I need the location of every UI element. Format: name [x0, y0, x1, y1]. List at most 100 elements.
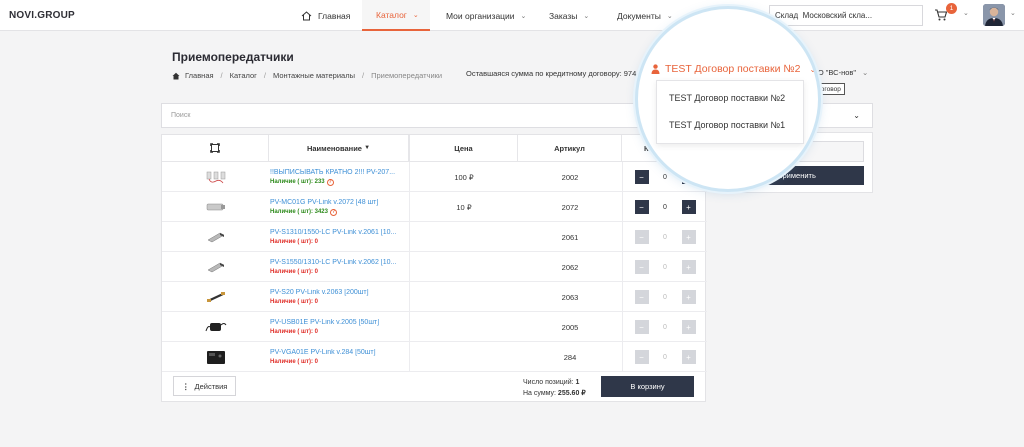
increment-button[interactable]: + — [681, 230, 696, 244]
nav-catalog[interactable]: Каталог ⌄ — [362, 0, 430, 31]
availability-value: Наличие ( шт): 3423 — [270, 209, 328, 215]
table-row: PV-S1550/1310-LC PV-Link v.2062 [10... На… — [162, 252, 707, 282]
user-icon — [651, 64, 660, 74]
product-image[interactable] — [162, 252, 269, 282]
help-icon[interactable]: ? — [329, 208, 337, 216]
increment-button[interactable]: + — [681, 260, 696, 274]
price-cell: 10 ₽ — [409, 192, 518, 222]
credit-remaining: Оставшаяся сумма по кредитному договору:… — [466, 69, 647, 78]
help-icon[interactable]: ? — [326, 178, 334, 186]
chevron-down-icon[interactable]: ⌄ — [1010, 9, 1016, 17]
product-name-cell: PV-S1310/1550-LC PV-Link v.2061 [10... На… — [269, 222, 409, 252]
increment-button[interactable]: + — [681, 290, 696, 304]
chevron-down-icon: ⌄ — [520, 12, 527, 20]
increment-button[interactable]: + — [681, 320, 696, 334]
article-column-label: Артикул — [554, 143, 585, 153]
sum-value: 255.60 ₽ — [557, 390, 586, 397]
name-column-label: Наименование — [306, 143, 362, 153]
image-column-header[interactable] — [162, 135, 269, 162]
availability-text: Наличие ( шт): 0 — [270, 329, 318, 335]
breadcrumb-separator: / — [263, 71, 266, 80]
price-column-label: Цена — [454, 143, 473, 153]
quantity-input[interactable]: 0 — [648, 320, 682, 334]
article-cell: 2062 — [561, 262, 579, 272]
logo[interactable]: NOVI.GROUP — [9, 10, 75, 21]
nav-organizations[interactable]: Мои организации ⌄ — [446, 0, 526, 31]
add-to-cart-button[interactable]: В корзину — [601, 376, 694, 397]
order-totals: Число позиций: 1 На сумму: 255.60 ₽ — [523, 377, 586, 399]
product-name-cell: PV-S20 PV-Link v.2063 [200шт] Наличие ( ш… — [269, 282, 409, 312]
product-name-link[interactable]: PV-S1310/1550-LC PV-Link v.2061 [10... — [270, 229, 407, 236]
quantity-stepper: −0+ — [622, 312, 707, 342]
article-cell: 2002 — [561, 172, 579, 182]
decrement-button[interactable]: − — [634, 290, 649, 304]
product-image[interactable] — [162, 312, 269, 342]
chevron-down-icon: ⌄ — [412, 11, 419, 19]
quantity-input[interactable]: 0 — [648, 230, 682, 244]
breadcrumb-home[interactable]: Главная — [185, 71, 214, 80]
product-name-link[interactable]: PV-USB01E PV-Link v.2005 [50шт] — [270, 319, 407, 326]
actions-button[interactable]: ⋮ Действия — [173, 376, 237, 396]
organization-selector[interactable]: ОО "ВС-нов" ⌄ — [812, 68, 868, 77]
quantity-stepper: −0+ — [622, 342, 707, 372]
increment-button[interactable]: + — [681, 200, 696, 214]
article-column-header[interactable]: Артикул — [518, 135, 622, 162]
nav-organizations-label: Мои организации — [446, 10, 515, 21]
table-row: PV-MC01G PV-Link v.2072 [48 шт] Наличие (… — [162, 192, 707, 222]
nav-orders[interactable]: Заказы ⌄ — [549, 0, 589, 31]
availability-text: Наличие ( шт): 0 — [270, 269, 318, 275]
nav-home[interactable]: Главная — [301, 0, 350, 31]
nav-catalog-label: Каталог — [376, 9, 407, 20]
availability-value: Наличие ( шт): 0 — [270, 269, 318, 275]
name-column-header[interactable]: Наименование ▼ — [269, 135, 409, 162]
breadcrumb-catalog[interactable]: Каталог — [230, 71, 257, 80]
contract-selector[interactable]: TEST Договор поставки №2 ⌄ — [651, 63, 816, 75]
table-header: Наименование ▼ Цена Артикул Ко — [162, 135, 707, 162]
chevron-down-icon[interactable]: ⌄ — [963, 9, 969, 17]
product-image[interactable] — [162, 342, 269, 372]
quantity-input[interactable]: 0 — [648, 260, 682, 274]
quantity-stepper: −0+ — [622, 222, 707, 252]
article-cell: 2063 — [561, 292, 579, 302]
home-icon — [172, 72, 180, 79]
product-image[interactable] — [162, 222, 269, 252]
decrement-button[interactable]: − — [634, 320, 649, 334]
decrement-button[interactable]: − — [634, 200, 649, 214]
product-name-link[interactable]: !!ВЫПИСЫВАТЬ КРАТНО 2!!! PV-207... — [270, 169, 407, 176]
avatar[interactable] — [983, 4, 1005, 26]
product-name-link[interactable]: PV-MC01G PV-Link v.2072 [48 шт] — [270, 199, 407, 206]
more-vertical-icon: ⋮ — [182, 381, 190, 391]
quantity-input[interactable]: 0 — [648, 290, 682, 304]
decrement-button[interactable]: − — [634, 350, 649, 364]
decrement-button[interactable]: − — [634, 260, 649, 274]
decrement-button[interactable]: − — [634, 230, 649, 244]
positions-value: 1 — [575, 379, 580, 386]
availability-text: Наличие ( шт): 0 — [270, 299, 318, 305]
chevron-down-icon: ⌄ — [809, 64, 817, 74]
availability-value: Наличие ( шт): 0 — [270, 299, 318, 305]
user-photo-icon — [983, 4, 1005, 26]
availability-text: Наличие ( шт): 0 — [270, 359, 318, 365]
quantity-stepper: −0+ — [622, 282, 707, 312]
actions-label: Действия — [194, 381, 228, 391]
product-name-link[interactable]: PV-S1550/1310-LC PV-Link v.2062 [10... — [270, 259, 407, 266]
contract-option-2[interactable]: TEST Договор поставки №2 — [669, 93, 785, 103]
product-image[interactable] — [162, 282, 269, 312]
increment-button[interactable]: + — [681, 350, 696, 364]
chevron-down-icon[interactable]: ⌄ — [853, 111, 860, 120]
product-image[interactable] — [162, 192, 269, 222]
product-name-cell: PV-MC01G PV-Link v.2072 [48 шт] Наличие (… — [269, 192, 409, 222]
availability-text: Наличие ( шт): 3423? — [270, 208, 337, 216]
product-name-link[interactable]: PV-VGA01E PV-Link v.284 [50шт] — [270, 349, 407, 356]
price-column-header[interactable]: Цена — [409, 135, 518, 162]
product-image[interactable] — [162, 162, 269, 192]
contract-option-1[interactable]: TEST Договор поставки №1 — [669, 120, 785, 130]
price-cell — [409, 342, 518, 372]
expand-icon[interactable] — [210, 143, 220, 153]
quantity-input[interactable]: 0 — [648, 200, 682, 214]
table-row: PV-VGA01E PV-Link v.284 [50шт] Наличие ( … — [162, 342, 707, 372]
page-title: Приемопередатчики — [172, 50, 294, 64]
product-name-link[interactable]: PV-S20 PV-Link v.2063 [200шт] — [270, 289, 407, 296]
quantity-input[interactable]: 0 — [648, 350, 682, 364]
breadcrumb-mounting[interactable]: Монтажные материалы — [273, 71, 355, 80]
